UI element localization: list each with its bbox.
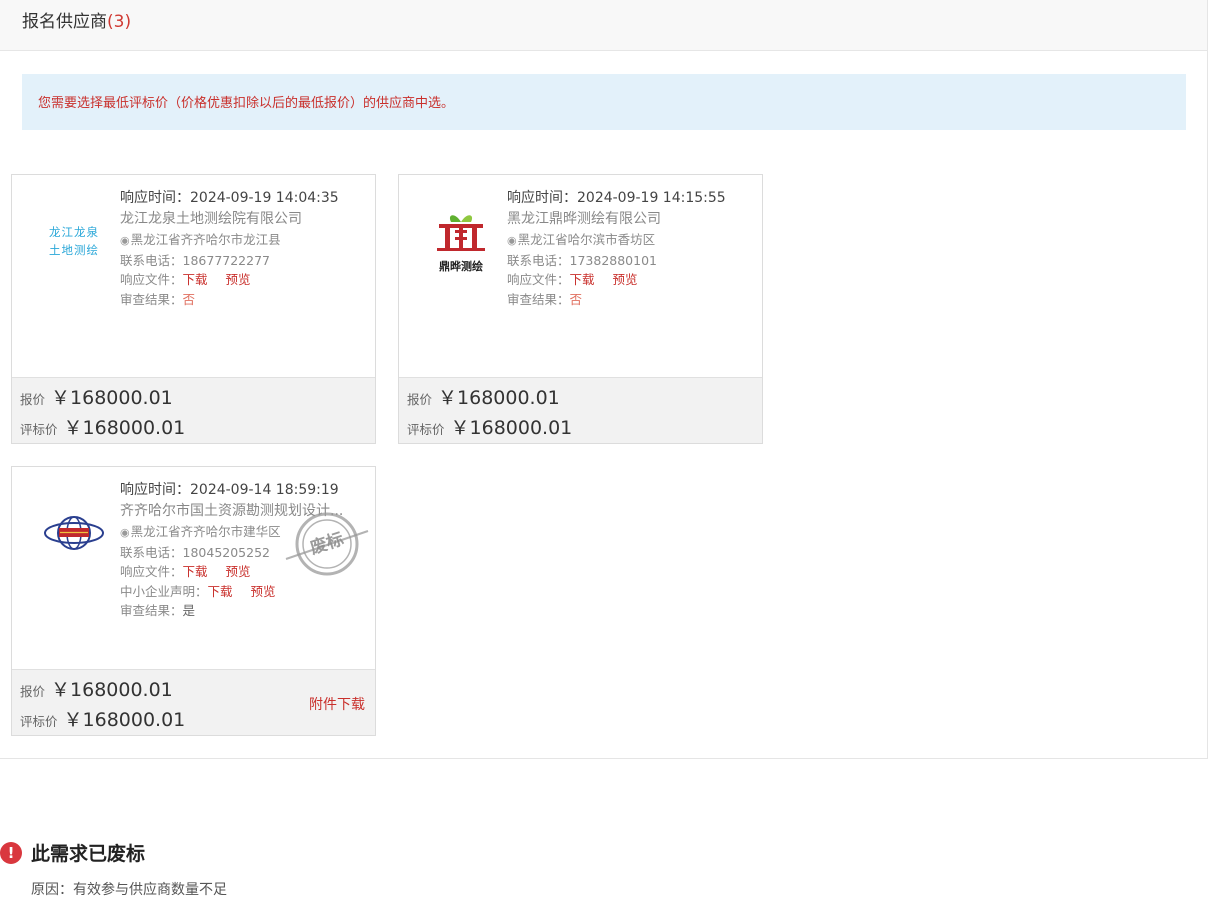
supplier-name: 黑龙江鼎晔测绘有限公司: [507, 211, 661, 227]
supplier-card: 鼎晔测绘 响应时间：2024-09-19 14:15:55 黑龙江鼎晔测绘有限公…: [398, 174, 763, 444]
preview-link[interactable]: 预览: [226, 564, 251, 579]
quote-amount: ￥168000.01: [51, 679, 173, 701]
supplier-address: 黑龙江省哈尔滨市香坊区: [517, 232, 656, 247]
supplier-address: 黑龙江省齐齐哈尔市龙江县: [130, 232, 281, 247]
review-label: 审查结果：: [120, 291, 183, 307]
eval-price-label: 评标价: [20, 422, 58, 437]
price-footer: 报价 ￥168000.01 评标价 ￥168000.01: [399, 377, 762, 443]
supplier-card: 响应时间：2024-09-14 18:59:19 齐齐哈尔市国土资源勘测规划设计…: [11, 466, 376, 736]
review-result: 是: [182, 603, 196, 618]
review-result: 否: [182, 291, 196, 307]
eval-price-amount: ￥168000.01: [63, 417, 186, 439]
selection-notice: 您需要选择最低评标价（价格优惠扣除以后的最低报价）的供应商中选。: [22, 74, 1186, 130]
eval-price-label: 评标价: [407, 422, 445, 437]
response-file-label: 响应文件：: [120, 564, 183, 579]
response-time-label: 响应时间：: [120, 190, 190, 206]
status-title: 此需求已废标: [31, 843, 146, 865]
response-time-label: 响应时间：: [120, 482, 190, 498]
location-pin-icon: ◉: [507, 234, 517, 247]
quote-amount: ￥168000.01: [438, 387, 560, 409]
response-time: 2024-09-19 14:15:55: [577, 190, 726, 206]
supplier-count: (3): [107, 12, 132, 32]
supplier-logo: 鼎晔测绘: [417, 197, 505, 285]
review-result: 否: [569, 291, 583, 307]
logo-text: 鼎晔测绘: [439, 260, 483, 273]
review-label: 审查结果：: [120, 603, 183, 618]
price-footer: 报价 ￥168000.01 评标价 ￥168000.01 附件下载: [12, 669, 375, 735]
supplier-logo: [30, 489, 118, 577]
supplier-card: 龙江龙泉 土地测绘 响应时间：2024-09-19 14:04:35 龙江龙泉土…: [11, 174, 376, 444]
void-status: ! 此需求已废标: [0, 839, 145, 866]
phone-label: 联系电话：: [120, 252, 183, 268]
panel-header: 报名供应商(3): [0, 0, 1207, 51]
quote-label: 报价: [407, 392, 433, 407]
supplier-info: 响应时间：2024-09-19 14:15:55 黑龙江鼎晔测绘有限公司 ◉黑龙…: [507, 188, 752, 309]
phone-label: 联系电话：: [120, 544, 183, 560]
supplier-info: 响应时间：2024-09-19 14:04:35 龙江龙泉土地测绘院有限公司 ◉…: [120, 188, 365, 309]
panel-title: 报名供应商: [22, 12, 107, 32]
supplier-info: 响应时间：2024-09-14 18:59:19 齐齐哈尔市国土资源勘测规划设计…: [120, 480, 365, 621]
supplier-name: 龙江龙泉土地测绘院有限公司: [120, 211, 302, 227]
eval-price-amount: ￥168000.01: [63, 709, 186, 731]
response-time: 2024-09-14 18:59:19: [190, 482, 339, 498]
attachment-download-link[interactable]: 附件下载: [309, 694, 365, 714]
sme-label: 中小企业声明：: [120, 583, 208, 599]
supplier-logo: 龙江龙泉 土地测绘: [30, 197, 118, 285]
location-pin-icon: ◉: [120, 526, 130, 539]
supplier-phone: 18677722277: [182, 252, 270, 268]
response-file-label: 响应文件：: [507, 272, 570, 287]
download-link[interactable]: 下载: [183, 564, 208, 579]
response-time: 2024-09-19 14:04:35: [190, 190, 339, 206]
globe-logo-icon: [44, 516, 104, 550]
quote-label: 报价: [20, 392, 46, 407]
price-footer: 报价 ￥168000.01 评标价 ￥168000.01: [12, 377, 375, 443]
review-label: 审查结果：: [507, 291, 570, 307]
quote-label: 报价: [20, 684, 46, 699]
supplier-phone: 17382880101: [569, 252, 657, 268]
void-reason: 原因：有效参与供应商数量不足: [31, 882, 227, 898]
sme-preview-link[interactable]: 预览: [251, 584, 276, 599]
preview-link[interactable]: 预览: [226, 272, 251, 287]
sme-download-link[interactable]: 下载: [208, 584, 233, 599]
alert-icon: !: [0, 841, 22, 864]
dingye-logo-icon: [437, 215, 485, 251]
preview-link[interactable]: 预览: [613, 272, 638, 287]
download-link[interactable]: 下载: [570, 272, 595, 287]
supplier-name: 齐齐哈尔市国土资源勘测规划设计...: [120, 503, 344, 519]
supplier-phone: 18045205252: [182, 544, 270, 560]
eval-price-label: 评标价: [20, 714, 58, 729]
response-file-label: 响应文件：: [120, 272, 183, 287]
logo-line2: 土地测绘: [49, 243, 99, 257]
supplier-panel: 报名供应商(3) 您需要选择最低评标价（价格优惠扣除以后的最低报价）的供应商中选…: [0, 0, 1208, 759]
download-link[interactable]: 下载: [183, 272, 208, 287]
phone-label: 联系电话：: [507, 252, 570, 268]
supplier-address: 黑龙江省齐齐哈尔市建华区: [130, 524, 281, 539]
logo-line1: 龙江龙泉: [49, 225, 99, 239]
location-pin-icon: ◉: [120, 234, 130, 247]
eval-price-amount: ￥168000.01: [450, 417, 573, 439]
response-time-label: 响应时间：: [507, 190, 577, 206]
quote-amount: ￥168000.01: [51, 387, 173, 409]
